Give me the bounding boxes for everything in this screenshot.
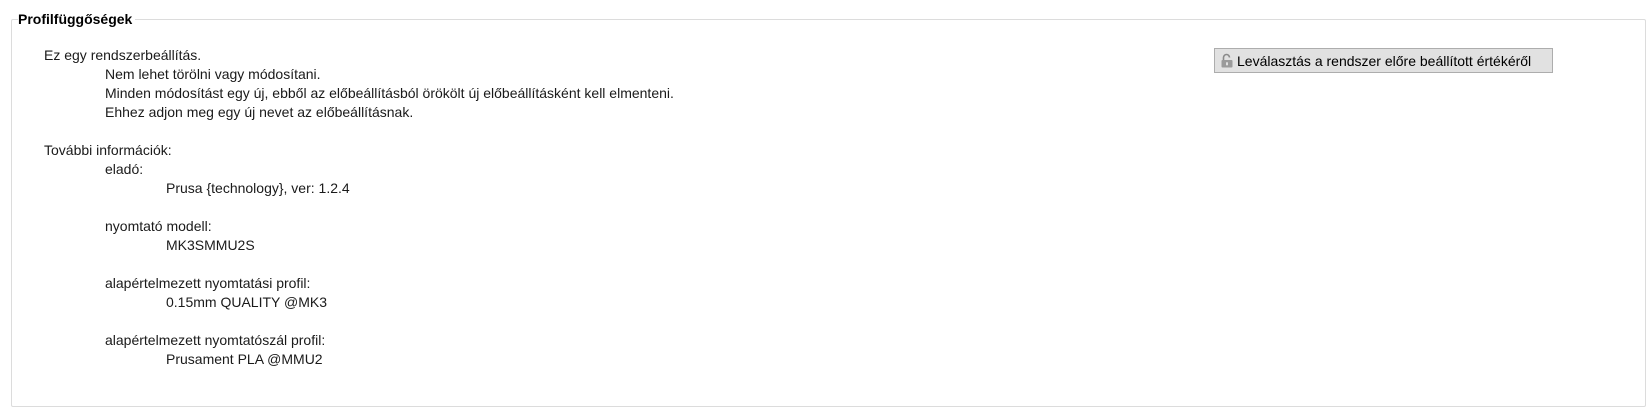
system-info-line: Nem lehet törölni vagy módosítani. (105, 66, 321, 82)
more-info-heading: További információk: (44, 142, 172, 158)
group-title: Profilfüggőségek (18, 11, 136, 27)
printer-model-label: nyomtató modell: (105, 218, 212, 234)
unlock-icon (1219, 53, 1235, 69)
detach-from-system-preset-button[interactable]: Leválasztás a rendszer előre beállított … (1214, 48, 1553, 73)
detach-button-label: Leválasztás a rendszer előre beállított … (1237, 52, 1532, 69)
system-info-line: Ehhez adjon meg egy új nevet az előbeáll… (105, 104, 414, 120)
printer-model-value: MK3SMMU2S (166, 237, 255, 253)
vendor-label: eladó: (105, 161, 144, 177)
default-filament-profile-value: Prusament PLA @MMU2 (166, 351, 323, 367)
system-info-line: Minden módosítást egy új, ebből az előbe… (105, 85, 674, 101)
vendor-value: Prusa {technology}, ver: 1.2.4 (166, 180, 350, 196)
default-print-profile-value: 0.15mm QUALITY @MK3 (166, 294, 327, 310)
default-filament-profile-label: alapértelmezett nyomtatószál profil: (105, 332, 326, 348)
default-print-profile-label: alapértelmezett nyomtatási profil: (105, 275, 311, 291)
system-preset-heading: Ez egy rendszerbeállítás. (44, 47, 202, 63)
